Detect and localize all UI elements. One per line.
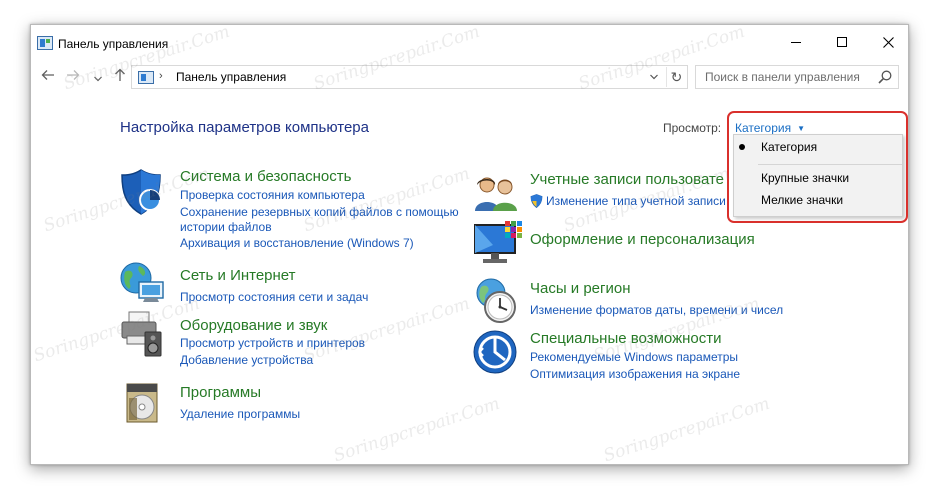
category-clock-region[interactable]: Часы и регион	[530, 280, 631, 297]
search-placeholder: Поиск в панели управления	[705, 70, 860, 84]
back-button[interactable]	[39, 68, 57, 86]
search-icon[interactable]	[877, 69, 893, 85]
link-devices-printers[interactable]: Просмотр устройств и принтеров	[180, 336, 365, 350]
uac-shield-icon	[530, 194, 543, 208]
view-by-label: Просмотр:	[663, 121, 722, 135]
breadcrumb-item[interactable]: Панель управления	[176, 70, 286, 84]
category-ease-of-access[interactable]: Специальные возможности	[530, 330, 722, 347]
page-title: Настройка параметров компьютера	[120, 119, 369, 136]
clock-globe-icon	[476, 278, 516, 323]
window-title: Панель управления	[58, 37, 169, 51]
link-uninstall-program[interactable]: Удаление программы	[180, 407, 300, 421]
minimize-icon	[791, 41, 801, 43]
navigation-bar: › Панель управления ↻ Поиск в панели упр…	[31, 62, 908, 92]
link-file-history-backup-cont[interactable]: истории файлов	[180, 220, 272, 234]
link-add-device[interactable]: Добавление устройства	[180, 353, 313, 367]
forward-arrow-icon	[67, 70, 80, 80]
category-system-security[interactable]: Система и безопасность	[180, 168, 351, 185]
up-arrow-icon	[115, 68, 125, 81]
network-globe-icon	[120, 262, 164, 302]
printer-speaker-icon	[121, 311, 162, 357]
user-accounts-icon	[475, 177, 517, 211]
chevron-down-icon	[650, 74, 658, 80]
link-network-status[interactable]: Просмотр состояния сети и задач	[180, 290, 368, 304]
minimize-button[interactable]	[773, 25, 819, 59]
category-hardware-sound[interactable]: Оборудование и звук	[180, 317, 327, 334]
link-file-history-backup[interactable]: Сохранение резервных копий файлов с помо…	[180, 205, 459, 219]
chevron-down-icon	[94, 76, 102, 82]
address-bar[interactable]: › Панель управления ↻	[131, 65, 688, 89]
link-change-account-type[interactable]: Изменение типа учетной записи	[546, 194, 726, 208]
category-user-accounts[interactable]: Учетные записи пользовате	[530, 171, 724, 188]
programs-disc-icon	[126, 383, 158, 423]
maximize-icon	[837, 37, 847, 47]
category-appearance-personalization[interactable]: Оформление и персонализация	[530, 231, 755, 248]
up-button[interactable]	[111, 68, 129, 86]
link-check-computer-status[interactable]: Проверка состояния компьютера	[180, 188, 365, 202]
forward-button[interactable]	[64, 68, 82, 86]
link-backup-restore[interactable]: Архивация и восстановление (Windows 7)	[180, 236, 414, 250]
control-panel-icon	[37, 36, 53, 50]
category-network-internet[interactable]: Сеть и Интернет	[180, 267, 296, 284]
close-icon	[882, 36, 894, 48]
address-dropdown-button[interactable]	[650, 73, 658, 82]
back-arrow-icon	[41, 70, 54, 80]
control-panel-icon	[138, 71, 154, 84]
maximize-button[interactable]	[819, 25, 865, 59]
monitor-palette-icon	[474, 221, 522, 263]
refresh-icon: ↻	[670, 69, 683, 85]
recent-locations-button[interactable]	[89, 71, 107, 89]
shield-security-icon	[121, 169, 161, 215]
link-recommended-settings[interactable]: Рекомендуемые Windows параметры	[530, 350, 738, 364]
close-button[interactable]	[865, 25, 908, 59]
link-change-date-time-formats[interactable]: Изменение форматов даты, времени и чисел	[530, 303, 783, 317]
control-panel-window: Панель управления › Панель управления ↻	[30, 24, 909, 465]
breadcrumb-separator[interactable]: ›	[159, 70, 163, 82]
title-bar: Панель управления	[31, 25, 908, 62]
refresh-button[interactable]: ↻	[666, 67, 686, 87]
search-input[interactable]: Поиск в панели управления	[695, 65, 899, 89]
ease-of-access-icon	[473, 330, 517, 374]
highlight-outline	[727, 111, 908, 223]
link-optimize-display[interactable]: Оптимизация изображения на экране	[530, 367, 740, 381]
category-programs[interactable]: Программы	[180, 384, 261, 401]
